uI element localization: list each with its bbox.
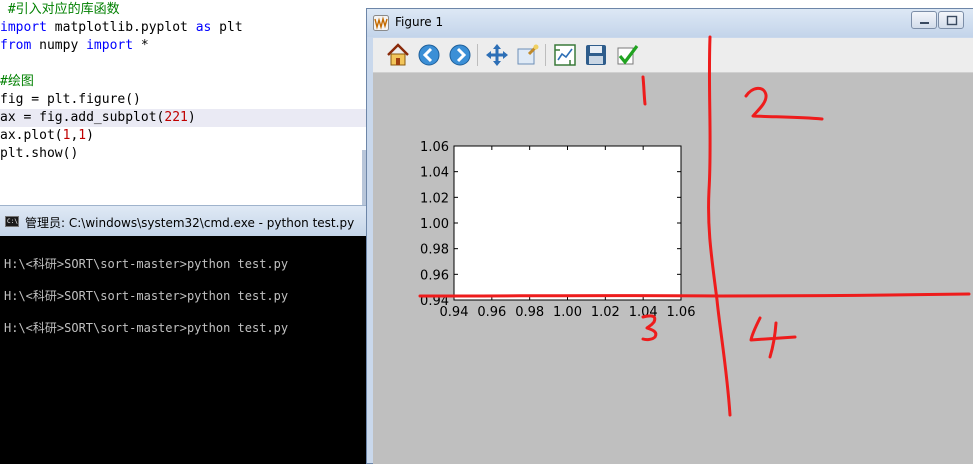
y-tick-label: 1.00: [420, 217, 449, 232]
subplots-icon: [554, 44, 576, 66]
edit-icon: [617, 45, 639, 65]
code-token: fig = plt.figure(): [0, 92, 141, 107]
code-line: from numpy import *: [0, 37, 368, 55]
y-tick-label: 0.98: [420, 243, 449, 258]
x-tick-label: 1.02: [591, 305, 620, 320]
code-token: 1: [78, 128, 87, 143]
zoom-icon: [517, 44, 539, 65]
code-token: plt: [211, 20, 243, 35]
code-token: import: [86, 38, 134, 53]
code-line: ax.plot(1,1): [0, 127, 368, 145]
minimize-button[interactable]: [911, 11, 937, 29]
x-tick-label: 1.06: [667, 305, 696, 320]
forward-icon: [449, 44, 471, 66]
figure-title: Figure 1: [395, 15, 444, 29]
cmd-title-bar[interactable]: C:\ 管理员: C:\windows\system32\cmd.exe - p…: [0, 205, 368, 236]
save-icon: [586, 45, 606, 65]
cmd-line: H:\<科研>SORT\sort-master>python test.py: [4, 321, 289, 335]
code-line: fig = plt.figure(): [0, 91, 368, 109]
code-line: import matplotlib.pyplot as plt: [0, 19, 368, 37]
code-line: plt.show(): [0, 145, 368, 163]
toolbar-zoom-button[interactable]: [515, 42, 541, 68]
y-tick-label: 1.06: [420, 140, 449, 155]
maximize-button[interactable]: [938, 11, 964, 29]
minimize-icon: [920, 22, 929, 24]
code-token: ax.plot(: [0, 128, 63, 143]
pan-icon: [486, 44, 508, 66]
toolbar-separator: [545, 44, 546, 66]
toolbar-forward-button[interactable]: [447, 42, 473, 68]
y-tick-label: 0.96: [420, 268, 449, 283]
code-token: ): [86, 128, 94, 143]
data-point: [567, 223, 568, 224]
code-line: #引入对应的库函数: [0, 1, 368, 19]
x-tick-label: 1.00: [553, 305, 582, 320]
toolbar-save-button[interactable]: [583, 42, 609, 68]
maximize-icon: [946, 15, 958, 26]
code-token: ax = fig.add_subplot(: [0, 110, 165, 125]
code-token: *: [133, 38, 149, 53]
toolbar-edit-button[interactable]: [614, 42, 640, 68]
cmd-icon: C:\: [5, 216, 19, 227]
toolbar-pan-button[interactable]: [484, 42, 510, 68]
code-token: matplotlib.pyplot: [46, 20, 196, 35]
code-token: import: [0, 20, 47, 35]
code-token: plt.show(): [0, 146, 79, 161]
code-token: #绘图: [0, 74, 34, 89]
home-icon: [387, 43, 409, 66]
code-token: numpy: [31, 38, 87, 53]
x-tick-label: 0.96: [477, 305, 506, 320]
cmd-title: 管理员: C:\windows\system32\cmd.exe - pytho…: [25, 216, 355, 230]
x-tick-label: 0.98: [515, 305, 544, 320]
code-line: #绘图: [0, 73, 368, 91]
code-token: #引入对应的库函数: [0, 2, 120, 17]
code-token: ): [187, 110, 196, 125]
toolbar-separator: [477, 44, 478, 66]
toolbar-subplots-button[interactable]: [552, 42, 578, 68]
figure-app-icon: [373, 15, 389, 31]
toolbar-back-button[interactable]: [416, 42, 442, 68]
cmd-line: H:\<科研>SORT\sort-master>python test.py: [4, 257, 289, 271]
code-token: 221: [164, 110, 188, 125]
toolbar-home-button[interactable]: [385, 42, 411, 68]
y-tick-label: 1.02: [420, 191, 449, 206]
figure-window: Figure 1 0.94 0.96 0.98 1.00 1.02 1.04 1…: [366, 8, 973, 464]
cmd-console[interactable]: H:\<科研>SORT\sort-master>python test.py H…: [0, 236, 368, 464]
figure-title-bar[interactable]: Figure 1: [367, 9, 973, 37]
y-tick-label: 0.94: [420, 294, 449, 309]
code-token: from: [0, 38, 32, 53]
code-token: as: [195, 20, 212, 35]
x-tick-label: 1.04: [629, 305, 658, 320]
y-tick-label: 1.04: [420, 166, 449, 181]
figure-toolbar: [373, 38, 973, 73]
plot-canvas[interactable]: 0.94 0.96 0.98 1.00 1.02 1.04 1.060.940.960.98…: [373, 74, 973, 464]
code-editor[interactable]: #引入对应的库函数 import matplotlib.pyplot as plt…: [0, 0, 368, 206]
figure-content: 0.94 0.96 0.98 1.00 1.02 1.04 1.06 0.94 0.96 0.98…: [373, 38, 973, 464]
back-icon: [418, 44, 440, 66]
code-line: ax = fig.add_subplot(221): [0, 109, 368, 127]
cmd-line: H:\<科研>SORT\sort-master>python test.py: [4, 289, 289, 303]
